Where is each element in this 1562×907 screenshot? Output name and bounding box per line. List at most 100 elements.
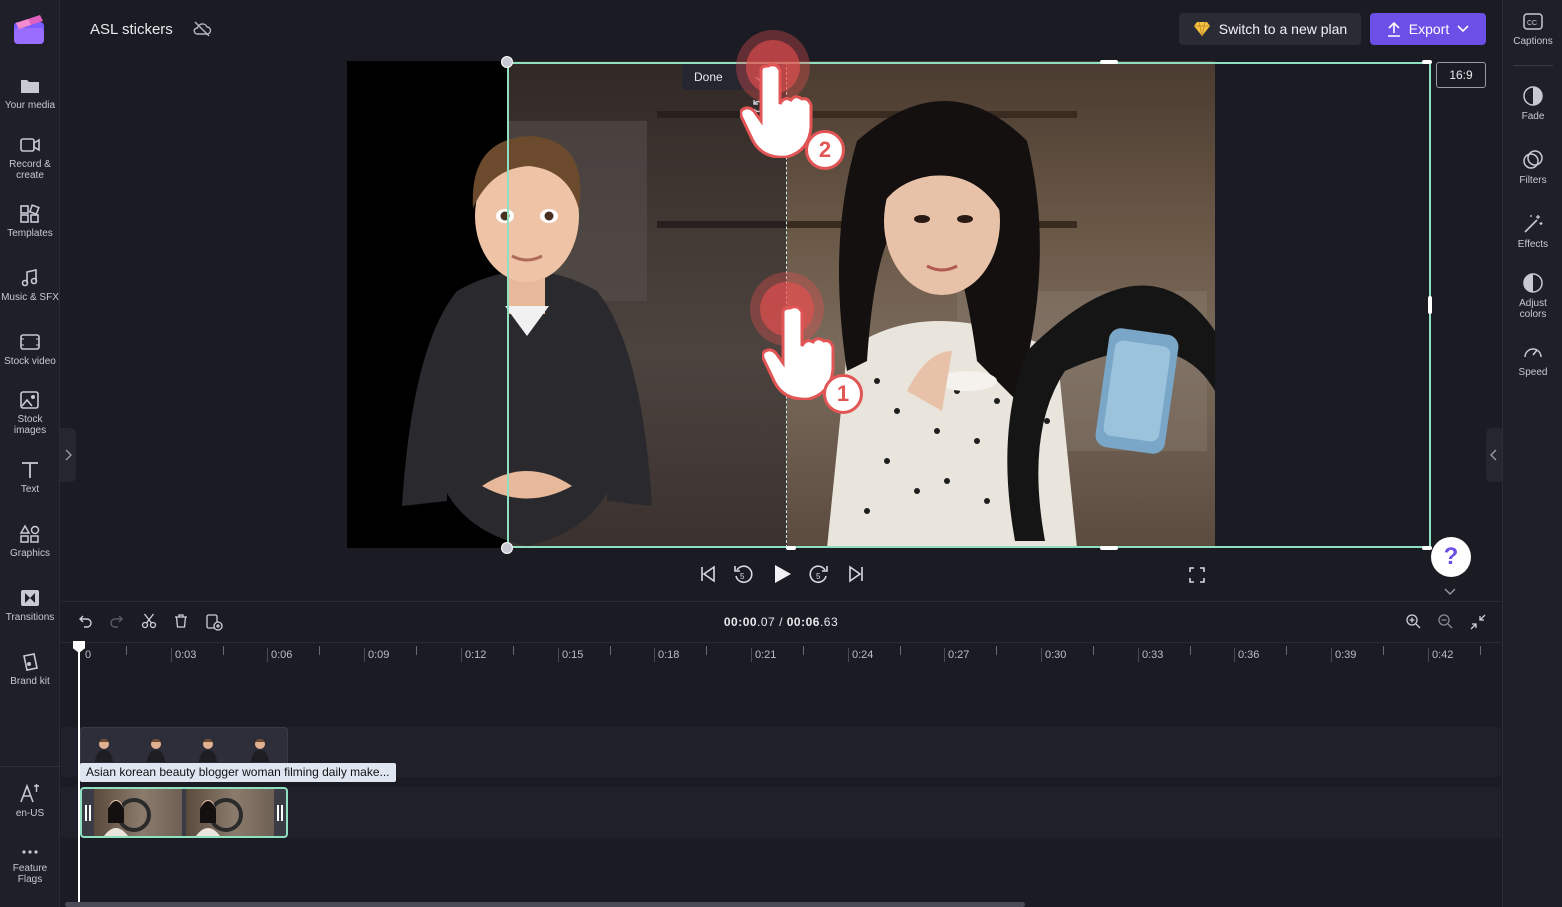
- ruler-minor-tick: [803, 646, 804, 655]
- nav-label: Your media: [4, 100, 56, 111]
- panel-fade[interactable]: Fade: [1503, 85, 1562, 122]
- switch-plan-button[interactable]: Switch to a new plan: [1179, 13, 1361, 45]
- crop-handle-top[interactable]: [1100, 60, 1118, 64]
- ruler-minor-tick: [416, 646, 417, 655]
- nav-label: en-US: [15, 808, 45, 819]
- ruler-label: 0:33: [1138, 648, 1163, 662]
- nav-graphics[interactable]: Graphics: [0, 524, 60, 559]
- nav-divider: [0, 766, 60, 767]
- skip-to-end-icon[interactable]: [846, 563, 866, 585]
- chevron-left-icon: [1490, 449, 1497, 461]
- nav-templates[interactable]: Templates: [0, 204, 60, 239]
- panel-filters[interactable]: Filters: [1503, 149, 1562, 186]
- timeline-scrollbar[interactable]: [65, 902, 1025, 907]
- panel-captions[interactable]: CC Captions: [1503, 12, 1562, 47]
- svg-text:CC: CC: [1527, 20, 1537, 27]
- project-title[interactable]: ASL stickers: [90, 21, 173, 38]
- forward-5-icon[interactable]: 5: [808, 563, 830, 585]
- film-icon: [20, 334, 40, 350]
- nav-record-create[interactable]: Record & create: [0, 135, 60, 181]
- resize-handle-top-left[interactable]: [501, 56, 513, 68]
- panel-effects[interactable]: Effects: [1503, 213, 1562, 250]
- diamond-icon: [1193, 21, 1210, 37]
- transitions-icon: [21, 590, 39, 606]
- nav-label: Transitions: [5, 612, 55, 623]
- captions-icon: CC: [1523, 13, 1543, 30]
- nav-language[interactable]: en-US: [0, 782, 60, 819]
- timecode-display: 00:00.07 / 00:06.63: [700, 615, 862, 629]
- add-to-timeline-icon[interactable]: [205, 613, 223, 631]
- nav-label: Brand kit: [10, 676, 50, 687]
- svg-text:5: 5: [740, 572, 745, 581]
- playhead-line[interactable]: [78, 642, 80, 907]
- nav-transitions[interactable]: Transitions: [0, 588, 60, 623]
- music-icon: [21, 269, 38, 287]
- current-time: 00:00: [723, 615, 758, 629]
- crop-handle-right[interactable]: [1428, 296, 1432, 314]
- avatar-thumbnail: [251, 739, 269, 762]
- ruler-label: 0:18: [654, 648, 679, 662]
- scissors-icon[interactable]: [141, 613, 157, 629]
- undo-icon[interactable]: [77, 613, 93, 629]
- video-clip-selected[interactable]: [80, 787, 288, 838]
- right-sidebar: CC Captions Fade Filters Effects Adjust …: [1502, 0, 1562, 907]
- avatar-thumbnail: [199, 739, 217, 762]
- step-badge-1: 1: [823, 374, 863, 414]
- nav-text[interactable]: Text: [0, 460, 60, 495]
- nav-music-sfx[interactable]: Music & SFX: [0, 268, 60, 303]
- ruler-label: 0:03: [171, 648, 196, 662]
- redo-icon[interactable]: [109, 613, 125, 629]
- clipchamp-logo-icon: [14, 15, 44, 44]
- camera-icon: [20, 138, 40, 152]
- chevron-down-icon[interactable]: [1444, 588, 1456, 596]
- nav-your-media[interactable]: Your media: [0, 76, 60, 111]
- nav-feature-flags[interactable]: Feature Flags: [0, 845, 60, 885]
- resize-handle-bottom-left[interactable]: [501, 542, 513, 554]
- nav-brand-kit[interactable]: Brand kit: [0, 652, 60, 687]
- play-icon[interactable]: [771, 563, 793, 585]
- ruler-minor-tick: [1286, 646, 1287, 655]
- zoom-out-icon[interactable]: [1437, 613, 1453, 629]
- step-badge-2: 2: [805, 130, 845, 170]
- svg-text:5: 5: [816, 572, 821, 581]
- panel-label: Fade: [1521, 111, 1545, 122]
- nav-stock-video[interactable]: Stock video: [0, 332, 60, 367]
- switch-plan-label: Switch to a new plan: [1218, 21, 1348, 37]
- crop-handle-bottom-left[interactable]: [786, 546, 796, 550]
- nav-label: Stock video: [4, 356, 56, 367]
- zoom-in-icon[interactable]: [1405, 613, 1421, 629]
- ruler-minor-tick: [513, 646, 514, 655]
- crop-handle-bottom-right[interactable]: [1422, 546, 1432, 550]
- trash-icon[interactable]: [173, 613, 189, 629]
- crop-frame[interactable]: [507, 62, 1431, 548]
- panel-label: Effects: [1517, 239, 1549, 250]
- ruler-label: 0:30: [1041, 648, 1066, 662]
- panel-speed[interactable]: Speed: [1503, 341, 1562, 378]
- ruler-minor-tick: [1480, 646, 1481, 655]
- trim-handle-left[interactable]: [85, 805, 91, 821]
- panel-adjust-colors[interactable]: Adjust colors: [1503, 272, 1562, 320]
- brand-icon: [23, 653, 38, 671]
- crop-done-button[interactable]: Done: [694, 70, 723, 84]
- trim-handle-right[interactable]: [277, 805, 283, 821]
- rewind-5-icon[interactable]: 5: [732, 563, 754, 585]
- help-button[interactable]: ?: [1431, 537, 1471, 577]
- ruler-minor-tick: [126, 646, 127, 655]
- left-panel-toggle[interactable]: [60, 428, 76, 482]
- ruler-label: 0:06: [267, 648, 292, 662]
- chevron-down-icon: [1457, 25, 1469, 33]
- right-panel-toggle[interactable]: [1486, 428, 1502, 482]
- ruler-label: 0:42: [1428, 648, 1453, 662]
- nav-label: Templates: [7, 228, 53, 239]
- fit-timeline-icon[interactable]: [1469, 613, 1487, 631]
- templates-icon: [20, 204, 40, 223]
- nav-stock-images[interactable]: Stock images: [0, 390, 60, 436]
- ruler-label: 0:09: [364, 648, 389, 662]
- panel-label: Filters: [1519, 175, 1547, 186]
- fullscreen-icon[interactable]: [1188, 566, 1206, 584]
- export-button[interactable]: Export: [1370, 13, 1486, 45]
- crop-handle-bottom[interactable]: [1100, 546, 1118, 550]
- aspect-ratio-button[interactable]: 16:9: [1436, 62, 1486, 88]
- crop-handle-top-right[interactable]: [1422, 60, 1432, 64]
- skip-to-start-icon[interactable]: [698, 563, 718, 585]
